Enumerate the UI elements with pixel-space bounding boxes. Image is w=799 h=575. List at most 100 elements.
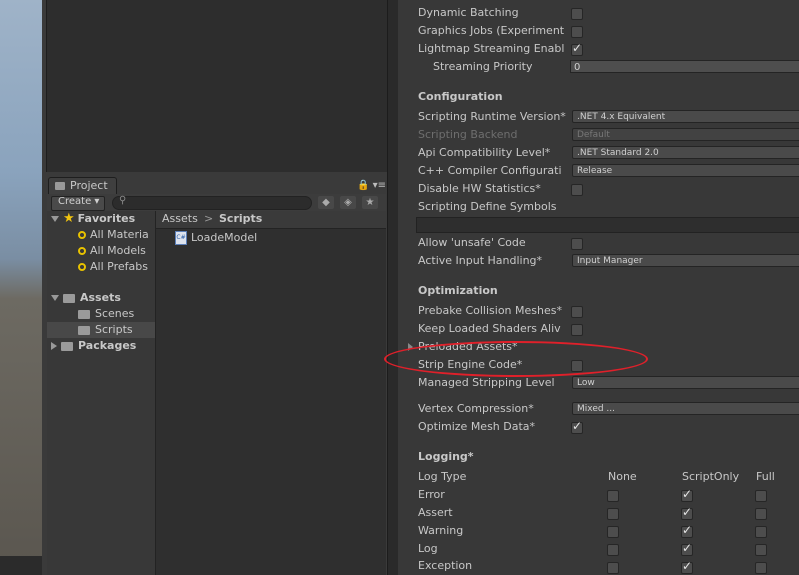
scripting-backend-label: Scripting Backend (418, 128, 518, 141)
expand-arrow-icon[interactable] (51, 216, 59, 222)
tree-item-label: Scripts (95, 323, 133, 336)
log-none-radio[interactable] (607, 544, 619, 556)
tree-item-label: All Materia (90, 228, 149, 241)
tree-assets[interactable]: Assets (51, 290, 121, 306)
packages-label: Packages (78, 339, 137, 352)
log-row-label: Warning (418, 524, 464, 537)
log-col-scriptonly: ScriptOnly (682, 470, 740, 483)
cpp-config-label: C++ Compiler Configurati (418, 164, 562, 177)
optimization-heading: Optimization (418, 284, 498, 297)
log-full-radio[interactable] (755, 562, 767, 574)
prebake-checkbox[interactable] (571, 306, 583, 318)
tree-item-label: All Prefabs (90, 260, 148, 273)
search-icon (78, 263, 86, 271)
define-symbols-input[interactable] (416, 217, 799, 233)
tree-item-scripts[interactable]: Scripts (78, 322, 133, 338)
cpp-config-dropdown[interactable]: Release (572, 164, 799, 177)
scripting-backend-dropdown: Default (572, 128, 799, 141)
breadcrumb-separator: > (204, 212, 214, 225)
folder-icon (61, 341, 73, 351)
folder-icon (78, 325, 90, 335)
log-row-label: Error (418, 488, 445, 501)
tab-project[interactable]: Project (48, 177, 117, 195)
log-none-radio[interactable] (607, 508, 619, 520)
tree-packages[interactable]: Packages (51, 338, 136, 354)
breadcrumb: Assets > Scripts (156, 211, 386, 229)
search-icon: ⚲ (119, 195, 127, 206)
streaming-priority-label: Streaming Priority (433, 60, 533, 73)
keep-shaders-checkbox[interactable] (571, 324, 583, 336)
graphics-jobs-checkbox[interactable] (571, 26, 583, 38)
tree-item-scenes[interactable]: Scenes (78, 306, 134, 322)
input-handling-label: Active Input Handling* (418, 254, 543, 267)
create-button[interactable]: Create ▾ (51, 196, 105, 211)
keep-shaders-label: Keep Loaded Shaders Aliv (418, 322, 561, 335)
input-handling-dropdown[interactable]: Input Manager (572, 254, 799, 267)
vertex-compression-label: Vertex Compression* (418, 402, 534, 415)
lock-menu-icon[interactable]: 🔒 ▾≡ (357, 180, 386, 191)
upper-empty-panel (46, 0, 387, 172)
favorites-label: Favorites (77, 212, 136, 225)
star-icon: ★ (63, 211, 75, 226)
create-button-label: Create ▾ (58, 196, 100, 207)
disable-hw-stats-checkbox[interactable] (571, 184, 583, 196)
scripting-runtime-dropdown[interactable]: .NET 4.x Equivalent (572, 110, 799, 123)
log-scriptonly-radio[interactable] (681, 559, 693, 574)
graphics-jobs-label: Graphics Jobs (Experiment (418, 24, 565, 37)
managed-stripping-label: Managed Stripping Level (418, 376, 555, 389)
assets-label: Assets (80, 291, 121, 304)
project-icon (55, 182, 65, 190)
log-none-radio[interactable] (607, 490, 619, 502)
api-compat-dropdown[interactable]: .NET Standard 2.0 (572, 146, 799, 159)
tree-item-all-materials[interactable]: All Materia (78, 227, 149, 243)
prebake-label: Prebake Collision Meshes* (418, 304, 562, 317)
dynamic-batching-label: Dynamic Batching (418, 6, 519, 19)
asset-item-loademodel[interactable]: C# LoadeModel (175, 231, 257, 245)
log-full-radio[interactable] (755, 544, 767, 556)
favorite-star-icon[interactable]: ★ (362, 196, 378, 209)
log-scriptonly-radio[interactable] (681, 541, 693, 556)
log-scriptonly-radio[interactable] (681, 487, 693, 502)
streaming-priority-field[interactable]: 0 (570, 60, 799, 73)
log-full-radio[interactable] (755, 490, 767, 502)
filter-by-type-icon[interactable]: ◆ (318, 196, 334, 209)
log-col-none: None (608, 470, 637, 483)
tree-item-all-models[interactable]: All Models (78, 243, 146, 259)
configuration-heading: Configuration (418, 90, 503, 103)
api-compat-label: Api Compatibility Level* (418, 146, 551, 159)
managed-stripping-dropdown[interactable]: Low (572, 376, 799, 389)
tab-project-label: Project (70, 179, 108, 192)
filter-by-label-icon[interactable]: ◈ (340, 196, 356, 209)
search-input[interactable]: ⚲ (112, 195, 312, 210)
tree-item-label: Scenes (95, 307, 135, 320)
disable-hw-stats-label: Disable HW Statistics* (418, 182, 541, 195)
expand-arrow-icon[interactable] (51, 295, 59, 301)
dynamic-batching-checkbox[interactable] (571, 8, 583, 20)
scene-view-footer (0, 556, 42, 575)
log-scriptonly-radio[interactable] (681, 505, 693, 520)
allow-unsafe-checkbox[interactable] (571, 238, 583, 250)
log-none-radio[interactable] (607, 562, 619, 574)
tree-item-label: All Models (90, 244, 146, 257)
log-full-radio[interactable] (755, 526, 767, 538)
breadcrumb-root[interactable]: Assets (162, 212, 198, 225)
optimize-mesh-label: Optimize Mesh Data* (418, 420, 536, 433)
expand-arrow-icon[interactable] (51, 342, 57, 350)
lightmap-streaming-label: Lightmap Streaming Enabl (418, 42, 565, 55)
logging-heading: Logging* (418, 450, 474, 463)
scene-view-strip (0, 0, 42, 575)
tree-item-all-prefabs[interactable]: All Prefabs (78, 259, 148, 275)
highlight-ellipse (384, 341, 648, 377)
log-scriptonly-radio[interactable] (681, 523, 693, 538)
log-row-label: Log (418, 542, 438, 555)
search-icon (78, 247, 86, 255)
lightmap-streaming-checkbox[interactable] (571, 41, 583, 56)
tree-favorites[interactable]: ★ Favorites (51, 211, 135, 227)
log-none-radio[interactable] (607, 526, 619, 538)
breadcrumb-current[interactable]: Scripts (219, 212, 262, 225)
log-type-header: Log Type (418, 470, 467, 483)
log-full-radio[interactable] (755, 508, 767, 520)
vertex-compression-dropdown[interactable]: Mixed ... (572, 402, 799, 415)
optimize-mesh-checkbox[interactable] (571, 419, 583, 434)
allow-unsafe-label: Allow 'unsafe' Code (418, 236, 526, 249)
